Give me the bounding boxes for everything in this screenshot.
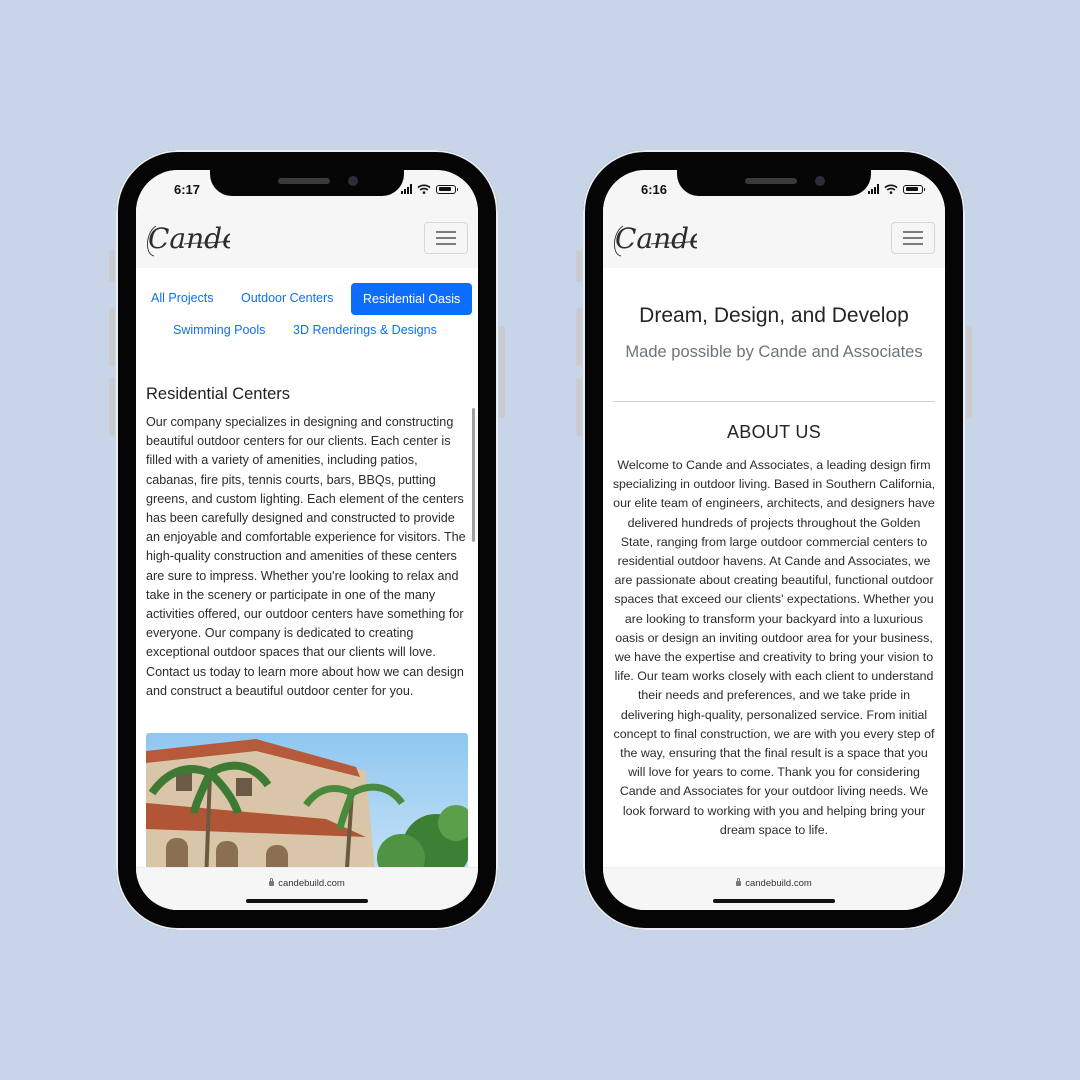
about-body: Welcome to Cande and Associates, a leadi… bbox=[612, 458, 936, 837]
volume-up-button bbox=[576, 308, 582, 366]
browser-bottom-bar: candebuild.com bbox=[603, 867, 945, 910]
notch bbox=[677, 170, 871, 196]
phone-left: 6:17 Cande All Projects Outdoor Centers … bbox=[109, 150, 505, 930]
cande-logo[interactable]: Cande bbox=[611, 214, 697, 262]
about-content: Dream, Design, and Develop Made possible… bbox=[603, 268, 945, 868]
speaker bbox=[278, 178, 330, 184]
address-bar[interactable]: candebuild.com bbox=[136, 878, 478, 889]
section-body: Our company specializes in designing and… bbox=[146, 415, 466, 698]
volume-up-button bbox=[109, 308, 115, 366]
hamburger-icon bbox=[903, 231, 923, 245]
hero-subtitle: Made possible by Cande and Associates bbox=[625, 343, 923, 361]
power-button bbox=[499, 326, 505, 418]
svg-text:Cande: Cande bbox=[615, 222, 697, 255]
battery-icon bbox=[903, 184, 925, 194]
signal-icon bbox=[401, 184, 412, 194]
mute-switch bbox=[576, 250, 582, 282]
wifi-icon bbox=[884, 184, 898, 194]
volume-down-button bbox=[109, 378, 115, 436]
projects-content: All Projects Outdoor Centers Residential… bbox=[136, 268, 478, 868]
status-icons bbox=[401, 184, 458, 194]
tab-all-projects[interactable]: All Projects bbox=[151, 291, 214, 305]
hamburger-icon bbox=[436, 231, 456, 245]
speaker bbox=[745, 178, 797, 184]
notch bbox=[210, 170, 404, 196]
url-text: candebuild.com bbox=[278, 878, 345, 889]
divider bbox=[613, 401, 935, 402]
hamburger-menu-button[interactable] bbox=[891, 222, 935, 254]
status-icons bbox=[868, 184, 925, 194]
volume-down-button bbox=[576, 378, 582, 436]
url-text: candebuild.com bbox=[745, 878, 812, 889]
tab-swimming-pools[interactable]: Swimming Pools bbox=[173, 323, 265, 337]
screen: 6:16 Cande Dream, Design, and Develop Ma… bbox=[603, 170, 945, 910]
signal-icon bbox=[868, 184, 879, 194]
battery-icon bbox=[436, 184, 458, 194]
mute-switch bbox=[109, 250, 115, 282]
residential-photo bbox=[146, 733, 468, 868]
phone-right: 6:16 Cande Dream, Design, and Develop Ma… bbox=[576, 150, 972, 930]
power-button bbox=[966, 326, 972, 418]
screen: 6:17 Cande All Projects Outdoor Centers … bbox=[136, 170, 478, 910]
status-time: 6:17 bbox=[174, 182, 201, 197]
browser-bottom-bar: candebuild.com bbox=[136, 867, 478, 910]
navbar: Cande bbox=[603, 210, 945, 268]
svg-text:Cande: Cande bbox=[148, 222, 230, 255]
about-title: ABOUT US bbox=[726, 422, 822, 442]
camera bbox=[348, 176, 358, 186]
address-bar[interactable]: candebuild.com bbox=[603, 878, 945, 889]
hamburger-menu-button[interactable] bbox=[424, 222, 468, 254]
home-indicator[interactable] bbox=[713, 899, 835, 903]
lock-icon bbox=[736, 878, 742, 886]
navbar: Cande bbox=[136, 210, 478, 268]
tab-outdoor-centers[interactable]: Outdoor Centers bbox=[241, 291, 333, 305]
scrollbar[interactable] bbox=[472, 408, 475, 542]
status-time: 6:16 bbox=[641, 182, 668, 197]
home-indicator[interactable] bbox=[246, 899, 368, 903]
cande-logo[interactable]: Cande bbox=[144, 214, 230, 262]
hero-title: Dream, Design, and Develop bbox=[639, 304, 909, 327]
section-title: Residential Centers bbox=[146, 385, 290, 403]
tab-3d-renderings[interactable]: 3D Renderings & Designs bbox=[293, 323, 437, 337]
tab-residential-oasis[interactable]: Residential Oasis bbox=[351, 283, 473, 315]
camera bbox=[815, 176, 825, 186]
wifi-icon bbox=[417, 184, 431, 194]
lock-icon bbox=[269, 878, 275, 886]
